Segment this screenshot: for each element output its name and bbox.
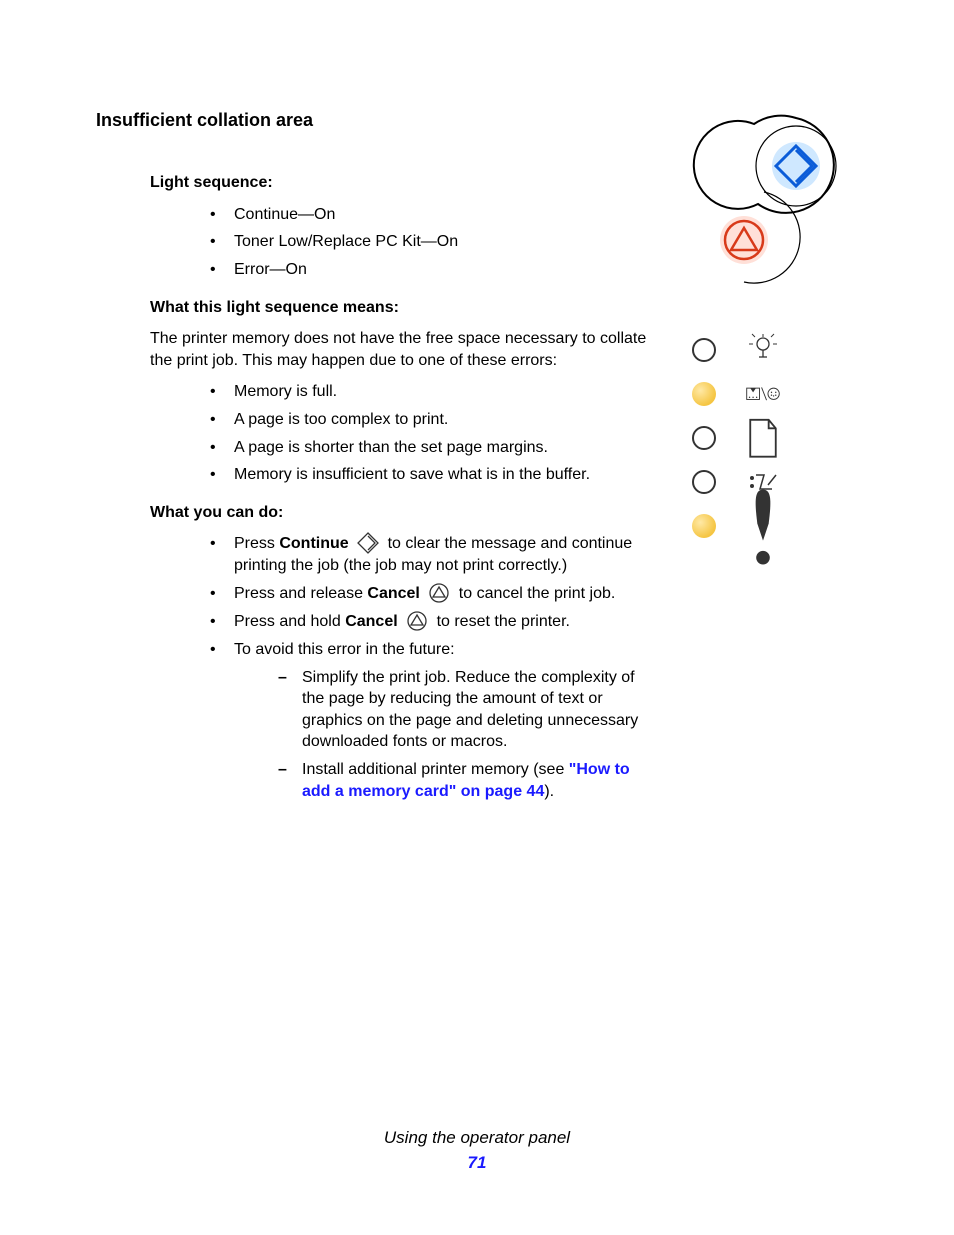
what-do-list: Press Continue to clear the message and … [204, 533, 656, 802]
list-item: Simplify the print job. Reduce the compl… [274, 667, 656, 753]
operator-panel-illustration [684, 108, 844, 548]
status-led [692, 514, 716, 538]
list-item: Memory is insufficient to save what is i… [204, 464, 656, 486]
cancel-icon [428, 582, 450, 604]
list-item: A page is too complex to print. [204, 409, 656, 431]
status-row-paper [684, 416, 844, 460]
status-row-error [684, 504, 844, 548]
light-sequence-heading: Light sequence: [150, 172, 656, 194]
light-sequence-list: Continue—On Toner Low/Replace PC Kit—On … [204, 204, 656, 281]
list-item: A page is shorter than the set page marg… [204, 437, 656, 459]
continue-label: Continue [279, 536, 348, 553]
list-item: Press and release Cancel to cancel the p… [204, 583, 656, 605]
page-number: 71 [0, 1152, 954, 1175]
list-item: Press Continue to clear the message and … [204, 533, 656, 577]
status-led [692, 426, 716, 450]
list-item: Install additional printer memory (see "… [274, 759, 656, 802]
status-led [692, 338, 716, 362]
means-list: Memory is full. A page is too complex to… [204, 381, 656, 485]
toner-low-icon [746, 377, 780, 411]
load-paper-icon [746, 421, 780, 455]
list-item: Memory is full. [204, 381, 656, 403]
footer-text: Using the operator panel [0, 1127, 954, 1150]
ready-light-icon [746, 333, 780, 367]
cancel-icon [406, 610, 428, 632]
page-footer: Using the operator panel 71 [0, 1127, 954, 1175]
list-item: Toner Low/Replace PC Kit—On [204, 231, 656, 253]
list-item: Continue—On [204, 204, 656, 226]
text: to reset the printer. [437, 613, 570, 630]
means-heading: What this light sequence means: [150, 297, 656, 319]
error-icon [746, 509, 780, 543]
cancel-label: Cancel [367, 585, 419, 602]
status-row-toner [684, 372, 844, 416]
status-row-ready [684, 328, 844, 372]
text: ). [544, 783, 554, 800]
status-light-list [684, 328, 844, 548]
means-paragraph: The printer memory does not have the fre… [150, 328, 656, 371]
text: Press and release [234, 585, 367, 602]
list-item: To avoid this error in the future: Simpl… [204, 639, 656, 802]
list-item: Error—On [204, 259, 656, 281]
text: Press [234, 536, 279, 553]
continue-button [772, 142, 820, 190]
status-led [692, 470, 716, 494]
text: Install additional printer memory (see [302, 761, 569, 778]
panel-buttons-svg [684, 108, 844, 308]
sub-list: Simplify the print job. Reduce the compl… [274, 667, 656, 803]
cancel-button [720, 216, 768, 264]
what-do-heading: What you can do: [150, 502, 656, 524]
content-area: Light sequence: Continue—On Toner Low/Re… [96, 172, 656, 802]
status-led [692, 382, 716, 406]
continue-icon [357, 532, 379, 554]
text: to cancel the print job. [459, 585, 616, 602]
list-item: Press and hold Cancel to reset the print… [204, 611, 656, 633]
text: To avoid this error in the future: [234, 641, 455, 658]
text: Press and hold [234, 613, 345, 630]
cancel-label: Cancel [345, 613, 397, 630]
